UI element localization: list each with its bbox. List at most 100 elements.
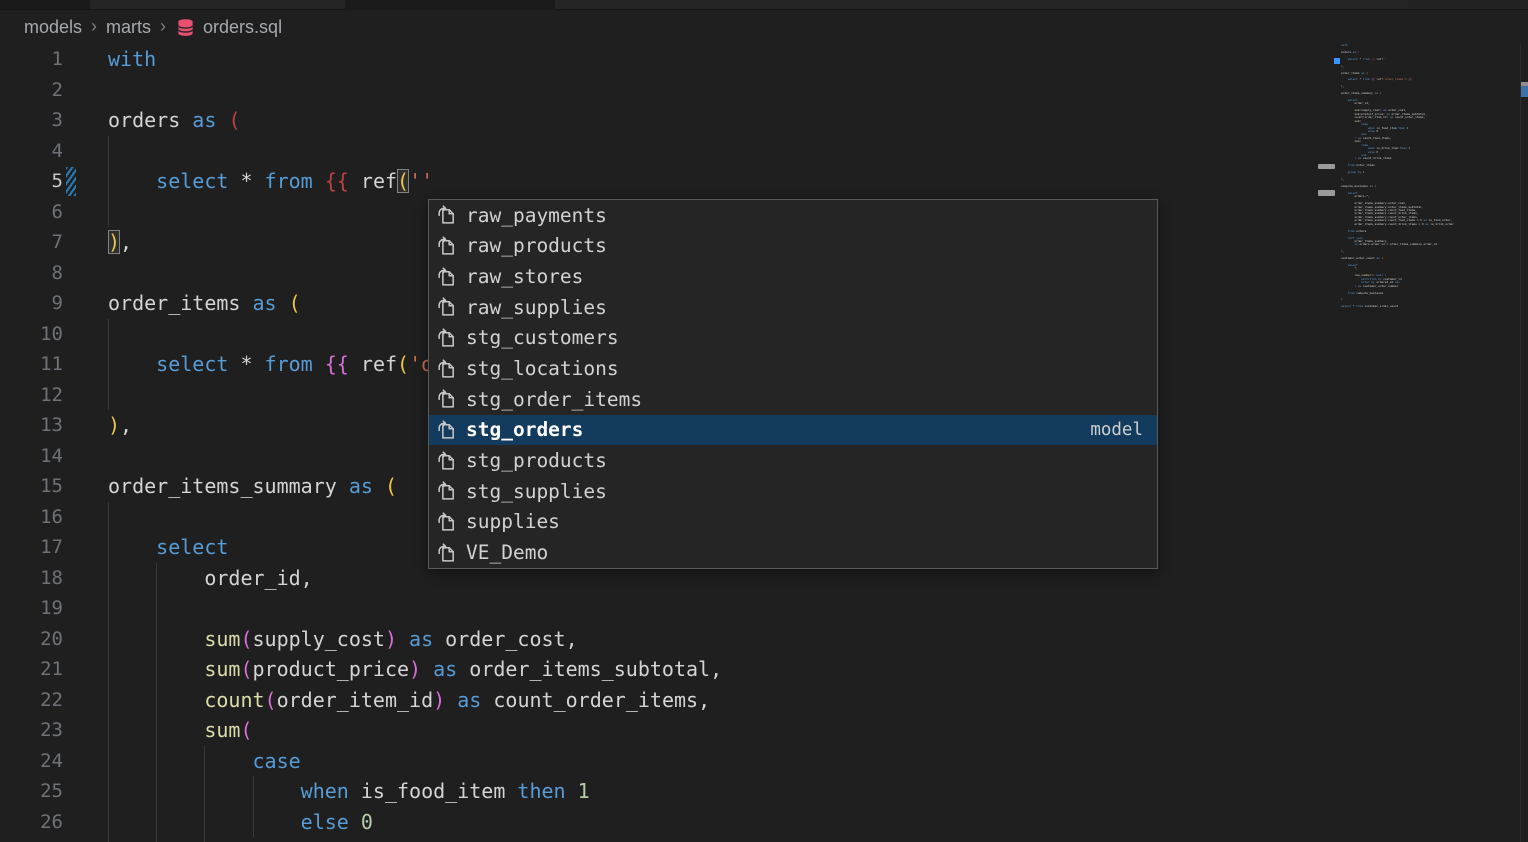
code-line[interactable]: 4: [0, 136, 1520, 167]
autocomplete-popup: raw_paymentsraw_productsraw_storesraw_su…: [428, 199, 1158, 569]
tab-strip-segment[interactable]: [90, 0, 345, 10]
code-token: [1341, 242, 1354, 246]
code-token: as: [457, 688, 481, 712]
line-number: 17: [0, 532, 63, 563]
code-token: 0: [1376, 150, 1378, 154]
line-number: 8: [0, 258, 63, 289]
code-token: order_id,: [1341, 101, 1370, 105]
code-text: end: [108, 837, 289, 842]
indent-guide: [108, 197, 109, 228]
code-line[interactable]: 27 end: [0, 837, 1520, 842]
tab-strip-segment[interactable]: [0, 0, 90, 10]
code-token: [1341, 284, 1354, 288]
code-token: product_price: [253, 657, 410, 681]
chevron-right-icon: ›: [160, 16, 166, 37]
minimap[interactable]: withorders as ( select * from {{ ref('')…: [1332, 44, 1512, 842]
code-token: (: [240, 718, 252, 742]
code-line[interactable]: 2: [0, 75, 1520, 106]
code-line[interactable]: 22 count(order_item_id) as count_order_i…: [0, 685, 1520, 716]
code-line[interactable]: 21 sum(product_price) as order_items_sub…: [0, 654, 1520, 685]
code-token: from: [1356, 304, 1363, 308]
code-line[interactable]: 3orders as (: [0, 105, 1520, 136]
suggestion-item[interactable]: stg_products: [429, 445, 1157, 476]
overview-ruler-modified-marker[interactable]: [1521, 86, 1528, 97]
chevron-right-icon: ›: [91, 16, 97, 37]
indent-guide: [108, 593, 109, 624]
tab-strip-segment[interactable]: [1408, 0, 1528, 10]
code-token: from: [1363, 57, 1370, 61]
suggestion-item[interactable]: stg_order_items: [429, 384, 1157, 415]
code-text: order_items_summary as (: [108, 471, 397, 502]
overview-ruler-border: [1520, 44, 1521, 842]
suggestion-item[interactable]: raw_products: [429, 231, 1157, 262]
line-number: 10: [0, 319, 63, 350]
code-line[interactable]: 23 sum(: [0, 715, 1520, 746]
snippet-file-icon: [434, 510, 460, 534]
code-text: when is_food_item then 1: [108, 776, 590, 807]
line-number: 25: [0, 776, 63, 807]
breadcrumb-item-file[interactable]: orders.sql: [175, 17, 282, 38]
tab-strip-segment[interactable]: [818, 0, 1130, 10]
code-line[interactable]: 25 when is_food_item then 1: [0, 776, 1520, 807]
code-token: ,: [1343, 64, 1345, 68]
suggestion-item[interactable]: raw_payments: [429, 200, 1157, 231]
code-token: [1341, 57, 1348, 61]
code-token: ): [108, 230, 120, 254]
code-token: orders: [1341, 50, 1353, 54]
breadcrumb-item-marts[interactable]: marts: [106, 17, 151, 38]
code-line[interactable]: 5 select * from {{ ref('': [0, 166, 1520, 197]
code-token: ): [108, 413, 120, 437]
tab-strip-segment[interactable]: [555, 0, 818, 10]
indent-guide: [108, 136, 109, 167]
suggestion-label: stg_order_items: [466, 388, 642, 411]
code-token: group by: [1348, 170, 1361, 174]
code-line[interactable]: 19: [0, 593, 1520, 624]
suggestion-label: stg_orders: [466, 418, 583, 441]
code-token: order_items_summary.count_drink_items >: [1341, 222, 1422, 226]
code-line[interactable]: 26 else 0: [0, 807, 1520, 838]
code-token: as: [192, 108, 216, 132]
minimap-decoration: [1318, 164, 1335, 169]
line-number: 27: [0, 837, 63, 842]
code-token: (: [1380, 91, 1382, 95]
code-token: '': [409, 169, 433, 193]
code-token: as: [433, 657, 457, 681]
line-number: 19: [0, 593, 63, 624]
gutter-modified-indicator: [66, 167, 76, 196]
suggestion-label: stg_locations: [466, 357, 619, 380]
code-token: compute_booleans: [1355, 291, 1384, 295]
code-token: *,: [1341, 266, 1358, 270]
code-token: select: [1348, 57, 1358, 61]
snippet-file-icon: [434, 234, 460, 258]
code-token: ): [1341, 297, 1343, 301]
code-token: count_order_items,: [1393, 115, 1425, 119]
line-number: 1: [0, 44, 63, 75]
tab-strip-segment[interactable]: [1130, 0, 1408, 10]
suggest-list: raw_paymentsraw_productsraw_storesraw_su…: [429, 200, 1157, 568]
minimap-line: select * from customer_order_count: [1332, 305, 1512, 308]
code-token: '': [1383, 57, 1386, 61]
code-token: select: [156, 169, 228, 193]
suggestion-item[interactable]: supplies: [429, 507, 1157, 538]
code-line[interactable]: 24 case: [0, 746, 1520, 777]
suggestion-item[interactable]: stg_locations: [429, 353, 1157, 384]
snippet-file-icon: [434, 449, 460, 473]
suggestion-item[interactable]: stg_customers: [429, 323, 1157, 354]
code-token: [373, 474, 385, 498]
code-text: count(order_item_id) as count_order_item…: [108, 685, 710, 716]
code-token: [108, 810, 301, 834]
code-line[interactable]: 1 with: [0, 44, 1520, 75]
suggestion-item[interactable]: raw_supplies: [429, 292, 1157, 323]
code-token: is_food_item: [1375, 126, 1399, 130]
code-token: as: [349, 474, 373, 498]
suggestion-item[interactable]: VE_Demo: [429, 537, 1157, 568]
code-token: [397, 627, 409, 651]
breadcrumb-item-models[interactable]: models: [24, 17, 82, 38]
code-token: from: [1363, 77, 1370, 81]
code-token: sum: [204, 657, 240, 681]
code-line[interactable]: 20 sum(supply_cost) as order_cost,: [0, 624, 1520, 655]
suggestion-item[interactable]: stg_ordersmodel: [429, 415, 1157, 446]
suggestion-item[interactable]: stg_supplies: [429, 476, 1157, 507]
suggestion-item[interactable]: raw_stores: [429, 261, 1157, 292]
code-text: with: [108, 44, 156, 75]
